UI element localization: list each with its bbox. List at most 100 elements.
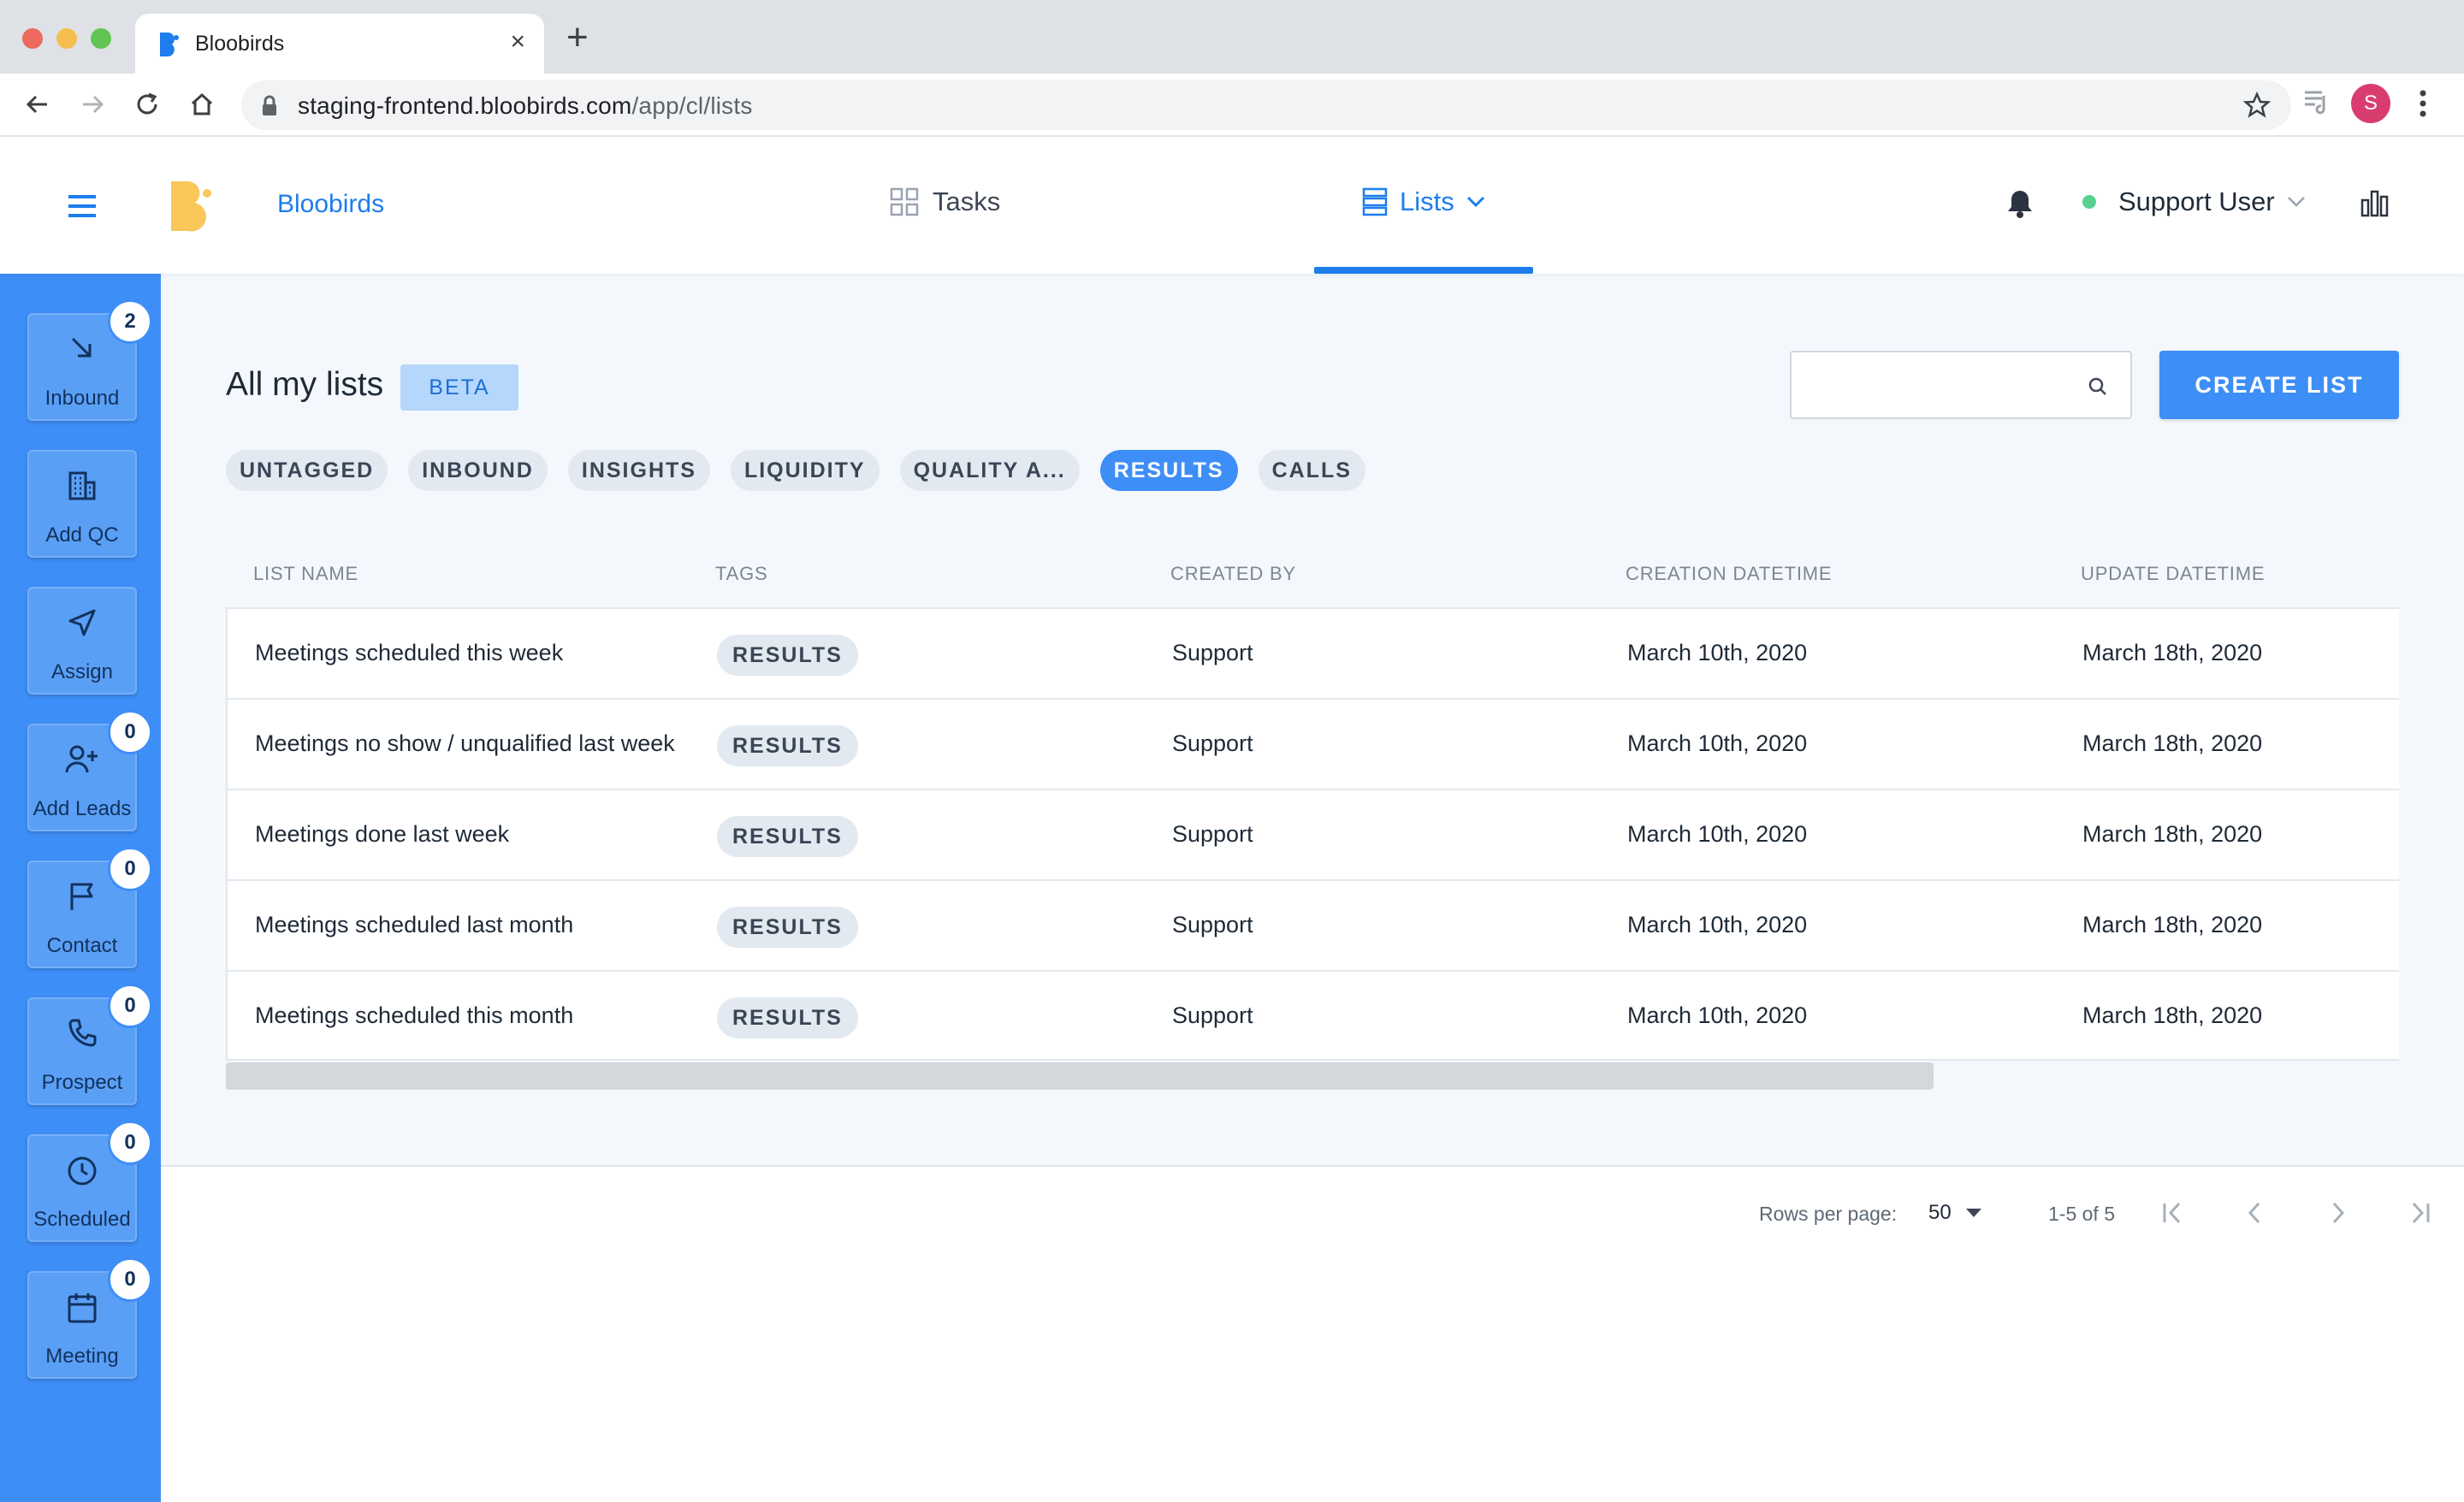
update-datetime-cell: March 18th, 2020 [2082,640,2263,665]
browser-menu-icon[interactable] [2418,89,2428,118]
horizontal-scrollbar[interactable] [226,1062,1934,1090]
column-header-created-by[interactable]: CREATED BY [1170,563,1296,585]
filter-chip-liquidity[interactable]: LIQUIDITY [730,450,880,491]
chevron-down-icon [2287,197,2305,207]
building-icon [68,471,96,500]
created-by-cell: Support [1172,821,1253,847]
table-row[interactable]: Meetings scheduled this week RESULTS Sup… [226,607,2399,698]
filter-chip-inbound[interactable]: INBOUND [408,450,548,491]
user-menu[interactable]: Support User [2082,186,2306,217]
address-bar[interactable]: staging-frontend.bloobirds.com/app/cl/li… [241,80,2291,130]
nav-lists-label: Lists [1400,186,1454,216]
created-by-cell: Support [1172,730,1253,756]
sidebar-item-label: Inbound [44,387,120,410]
sidebar-item-add-qc[interactable]: Add QC [27,450,137,558]
online-status-dot [2082,195,2096,209]
new-tab-button[interactable]: + [566,19,589,56]
sidebar-item-assign[interactable]: Assign [27,587,137,695]
creation-datetime-cell: March 10th, 2020 [1627,912,1808,937]
created-by-cell: Support [1172,1002,1253,1028]
media-control-icon[interactable] [2301,86,2332,116]
browser-tab-strip: Bloobirds × + [0,0,2464,74]
scheduled-count-badge: 0 [108,1121,152,1165]
sidebar-item-label: Prospect [41,1071,123,1094]
bloobirds-logo-icon[interactable] [168,176,216,236]
table-row[interactable]: Meetings scheduled this month RESULTS Su… [226,970,2399,1061]
filter-chip-results[interactable]: RESULTS [1099,450,1238,491]
created-by-cell: Support [1172,640,1253,665]
pagination-area [161,1165,2464,1502]
list-name-cell: Meetings scheduled this month [255,1002,574,1028]
grid-icon [890,187,919,216]
tab-title: Bloobirds [195,32,285,56]
sidebar-item-label: Scheduled [33,1208,131,1231]
filter-chip-calls[interactable]: CALLS [1258,450,1365,491]
creation-datetime-cell: March 10th, 2020 [1627,1002,1808,1028]
nav-tasks[interactable]: Tasks [890,186,1000,217]
rows-per-page-value: 50 [1928,1201,1952,1224]
filter-chip-quality[interactable]: QUALITY A... [899,450,1080,491]
hamburger-menu-icon[interactable] [67,193,98,219]
table-row[interactable]: Meetings scheduled last month RESULTS Su… [226,879,2399,970]
created-by-cell: Support [1172,912,1253,937]
column-header-update-datetime[interactable]: UPDATE DATETIME [2081,563,2265,585]
table-row[interactable]: Meetings no show / unqualified last week… [226,698,2399,789]
column-header-creation-datetime[interactable]: CREATION DATETIME [1626,563,1832,585]
creation-datetime-cell: March 10th, 2020 [1627,821,1808,847]
add-leads-count-badge: 0 [108,710,152,754]
creation-datetime-cell: March 10th, 2020 [1627,640,1808,665]
active-nav-indicator [1314,267,1533,274]
last-page-button[interactable] [2402,1196,2437,1230]
tag-chip: RESULTS [717,635,858,676]
next-page-button[interactable] [2320,1196,2354,1230]
column-header-tags[interactable]: TAGS [715,563,767,585]
home-button[interactable] [183,86,221,123]
create-list-button[interactable]: CREATE LIST [2159,351,2399,419]
window-minimize-button[interactable] [56,28,77,49]
first-page-icon [2163,1202,2181,1224]
search-field[interactable] [1790,351,2132,419]
table-row[interactable]: Meetings done last week RESULTS Support … [226,789,2399,879]
brand-name[interactable]: Bloobirds [277,190,384,219]
tab-close-icon[interactable]: × [510,29,525,55]
home-icon [191,92,213,115]
bar-chart-icon[interactable] [2360,188,2390,217]
update-datetime-cell: March 18th, 2020 [2082,730,2263,756]
window-zoom-button[interactable] [91,28,111,49]
browser-tab[interactable]: Bloobirds × [135,14,544,74]
contact-count-badge: 0 [108,847,152,891]
update-datetime-cell: March 18th, 2020 [2082,821,2263,847]
forward-button[interactable] [74,86,111,123]
filter-chip-untagged[interactable]: UNTAGGED [226,450,388,491]
quick-actions-sidebar: Inbound 2 Add QC Assign Add Leads 0 Cont… [0,274,161,1502]
nav-lists[interactable]: Lists [1362,186,1485,217]
clock-icon [68,1156,97,1186]
previous-page-button[interactable] [2238,1196,2272,1230]
column-header-list-name[interactable]: LIST NAME [253,563,358,585]
profile-avatar[interactable]: S [2351,84,2390,123]
chevron-left-icon [2248,1202,2260,1224]
flag-icon [70,883,93,910]
tag-chip: RESULTS [717,907,858,948]
sidebar-item-label: Assign [50,660,114,683]
calendar-icon [68,1293,97,1323]
bell-icon[interactable] [2005,188,2035,219]
first-page-button[interactable] [2156,1196,2190,1230]
sidebar-item-label: Meeting [45,1345,119,1368]
tag-filter-chips: UNTAGGED INBOUND INSIGHTS LIQUIDITY QUAL… [226,450,1365,491]
tag-chip: RESULTS [717,816,858,857]
send-icon [68,609,96,636]
search-input[interactable] [1805,366,2079,404]
bookmark-star-icon[interactable] [2243,92,2271,119]
arrow-down-right-icon [71,337,92,358]
user-name: Support User [2118,186,2275,216]
rows-per-page-select[interactable]: 50 [1928,1201,1982,1225]
back-button[interactable] [19,86,56,123]
search-icon[interactable] [2088,376,2108,397]
lock-icon [263,95,276,115]
filter-chip-insights[interactable]: INSIGHTS [567,450,710,491]
window-close-button[interactable] [22,28,43,49]
tag-chip: RESULTS [717,725,858,766]
reload-button[interactable] [128,86,166,123]
update-datetime-cell: March 18th, 2020 [2082,1002,2263,1028]
